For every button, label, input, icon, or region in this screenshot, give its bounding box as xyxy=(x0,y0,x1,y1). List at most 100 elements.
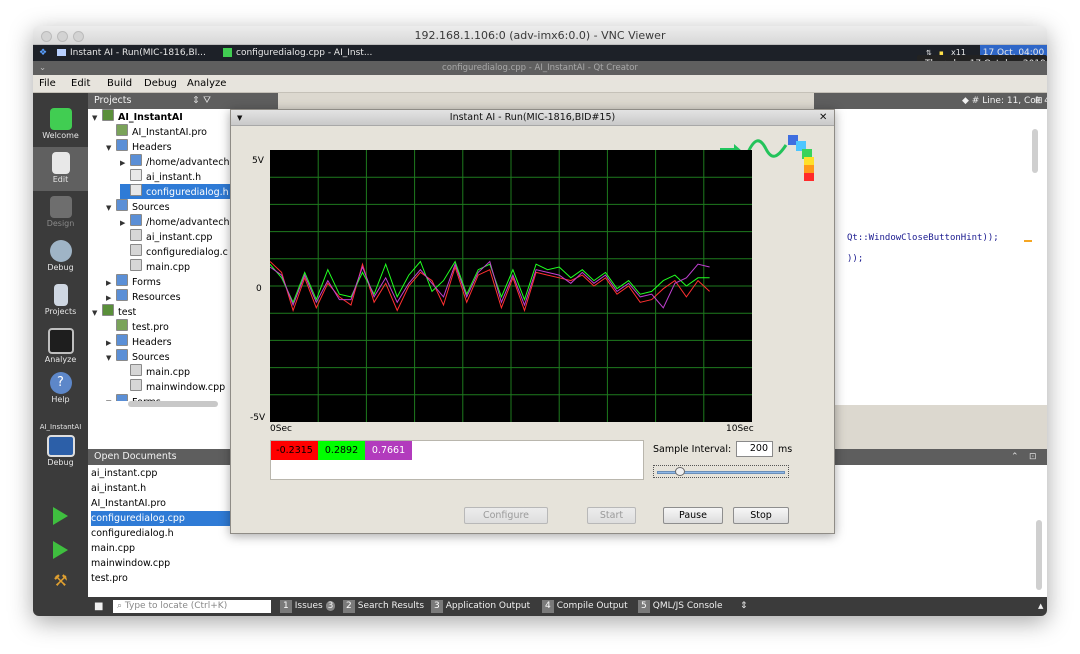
tree-item-label: Headers xyxy=(132,142,172,153)
sample-interval-label: Sample Interval: xyxy=(653,444,732,455)
tab-label: Compile Output xyxy=(556,601,628,611)
tab-compile-output[interactable]: 4 Compile Output xyxy=(542,600,628,613)
tree-item-label: ai_instant.h xyxy=(146,172,202,183)
tab-number: 4 xyxy=(542,600,554,613)
mode-projects-label: Projects xyxy=(44,307,77,316)
tree-item-label: ai_instant.cpp xyxy=(146,232,213,243)
vnc-title-bar: 192.168.1.106:0 (adv-imx6:0.0) - VNC Vie… xyxy=(33,26,1047,45)
mode-design[interactable]: Design xyxy=(33,191,88,235)
dialog-title-bar: ▼ Instant AI - Run(MIC-1816,BID#15) ✕ xyxy=(231,110,834,126)
debug-run-button[interactable] xyxy=(33,537,88,563)
expanded-arrow-icon[interactable]: ▼ xyxy=(92,111,102,126)
window-menu-icon[interactable]: ⌄ xyxy=(39,61,46,75)
mode-debug-label: Debug xyxy=(47,263,74,272)
mode-projects[interactable]: Projects xyxy=(33,279,88,323)
tree-horizontal-scrollbar[interactable] xyxy=(128,401,218,407)
sample-interval-input[interactable]: 200 xyxy=(736,441,773,457)
mode-design-label: Design xyxy=(46,219,75,228)
start-button[interactable]: Start xyxy=(587,507,636,524)
change-marker xyxy=(1024,240,1032,242)
qt-logo-icon xyxy=(49,108,72,130)
configure-button[interactable]: Configure xyxy=(464,507,548,524)
kit-label: AI_InstantAI xyxy=(39,423,82,431)
mode-help-label: Help xyxy=(51,395,70,404)
y-axis-bottom-label: -5V xyxy=(250,413,266,423)
folder-icon xyxy=(116,334,128,346)
dialog-menu-icon[interactable]: ▼ xyxy=(237,110,242,126)
kit-mode-label: Debug xyxy=(47,458,74,467)
status-bar: ■ ⌕ Type to locate (Ctrl+K) 1 Issues 3 2S… xyxy=(88,597,1047,616)
mode-help[interactable]: ? Help xyxy=(33,367,88,411)
editor-vertical-scrollbar[interactable] xyxy=(1032,129,1038,173)
kit-selector[interactable]: AI_InstantAI Debug xyxy=(33,423,88,483)
vnc-viewer-window: 192.168.1.106:0 (adv-imx6:0.0) - VNC Vie… xyxy=(33,26,1047,616)
project-icon xyxy=(102,304,114,316)
sample-interval-slider[interactable] xyxy=(653,465,789,478)
filter-icon[interactable]: ⇕ ⛛ xyxy=(192,93,211,109)
menu-edit[interactable]: Edit xyxy=(71,75,90,93)
tree-item-label: configuredialog.c xyxy=(146,247,228,258)
maximize-pane-icon[interactable]: ⊡ xyxy=(1029,449,1037,465)
vnc-window-title: 192.168.1.106:0 (adv-imx6:0.0) - VNC Vie… xyxy=(414,29,666,42)
expanded-arrow-icon[interactable]: ▼ xyxy=(106,141,116,156)
folder-icon xyxy=(116,139,128,151)
tree-item-label: /home/advantech xyxy=(146,157,230,168)
file-icon xyxy=(130,379,142,391)
toggle-sidebar-icon[interactable]: ■ xyxy=(94,600,103,613)
close-window-button[interactable] xyxy=(41,31,52,42)
expanded-arrow-icon[interactable]: ▼ xyxy=(106,201,116,216)
open-document-item[interactable]: mainwindow.cpp xyxy=(91,556,278,571)
code-editor[interactable]: Qt::WindowCloseButtonHint)); )); xyxy=(814,109,1047,405)
collapse-icon[interactable]: ⌃ xyxy=(1011,449,1019,465)
open-document-item[interactable]: test.pro xyxy=(91,571,278,586)
dialog-close-icon[interactable]: ✕ xyxy=(819,110,827,126)
tab-qml-console[interactable]: 5 QML/JS Console xyxy=(638,600,723,613)
tab-number: 2 xyxy=(343,600,355,613)
channel-1-value: 0.2892 xyxy=(318,441,365,460)
slider-handle[interactable] xyxy=(674,467,685,476)
run-button[interactable] xyxy=(33,503,88,529)
split-editor-icon[interactable]: ⊞ xyxy=(1035,93,1043,109)
folder-icon xyxy=(116,274,128,286)
task-qt-creator[interactable]: configuredialog.cpp - AI_Inst... xyxy=(223,45,383,61)
folder-icon xyxy=(116,394,128,401)
qt-creator-icon xyxy=(223,48,232,57)
tree-item-label: main.cpp xyxy=(146,262,191,273)
menu-build[interactable]: Build xyxy=(107,75,132,93)
editor-toolbar: ◆ # Line: 11, Col: 41 ⊞ xyxy=(814,93,1047,109)
menu-file[interactable]: File xyxy=(39,75,56,93)
more-tabs-icon[interactable]: ⇕ xyxy=(740,600,748,613)
mode-analyze-label: Analyze xyxy=(44,355,77,364)
tree-item-label: Forms xyxy=(132,277,161,288)
design-pen-icon xyxy=(49,196,72,218)
menu-debug[interactable]: Debug xyxy=(144,75,177,93)
tab-issues[interactable]: 1 Issues 3 xyxy=(280,600,336,613)
menu-analyze[interactable]: Analyze xyxy=(187,75,226,93)
task-instant-ai[interactable]: Instant AI - Run(MIC-1816,BI... xyxy=(57,45,217,61)
stop-button[interactable]: Stop xyxy=(733,507,789,524)
output-scrollbar[interactable] xyxy=(1036,520,1042,590)
tree-item-label: test xyxy=(118,307,137,318)
locator-input[interactable]: ⌕ Type to locate (Ctrl+K) xyxy=(113,600,271,613)
open-document-item[interactable]: main.cpp xyxy=(91,541,278,556)
code-line: )); xyxy=(847,254,864,264)
expanded-arrow-icon[interactable]: ▼ xyxy=(92,306,102,321)
expanded-arrow-icon[interactable]: ▼ xyxy=(106,351,116,366)
mode-edit[interactable]: Edit xyxy=(33,147,88,191)
qt-creator-title-text: configuredialog.cpp - AI_InstantAI - Qt … xyxy=(442,63,638,73)
pause-button[interactable]: Pause xyxy=(663,507,723,524)
status-up-icon[interactable]: ▲ xyxy=(1038,600,1043,613)
tab-search-results[interactable]: 2 Search Results xyxy=(343,600,424,613)
start-menu-icon[interactable]: ❖ xyxy=(39,45,47,61)
mode-debug[interactable]: Debug xyxy=(33,235,88,279)
tab-label: Issues xyxy=(294,601,323,611)
mode-welcome[interactable]: Welcome xyxy=(33,103,88,147)
zoom-window-button[interactable] xyxy=(73,31,84,42)
tree-item-label: AI_InstantAI xyxy=(118,112,183,123)
folder-icon xyxy=(130,154,142,166)
minimize-window-button[interactable] xyxy=(57,31,68,42)
waveform-plot xyxy=(270,150,752,422)
build-button[interactable]: ⚒ xyxy=(33,571,88,597)
tab-application-output[interactable]: 3 Application Output xyxy=(431,600,530,613)
mode-analyze[interactable]: Analyze xyxy=(33,323,88,367)
